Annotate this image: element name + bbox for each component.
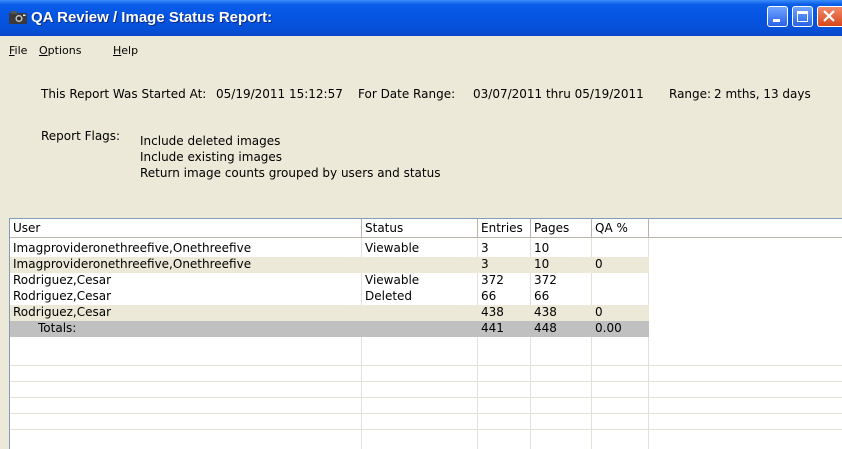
report-flags-label: Report Flags: [41, 129, 121, 143]
cell-status: Deleted [365, 289, 413, 303]
cell-entries: 66 [481, 289, 497, 303]
subtotal-row[interactable]: Rodriguez,Cesar 438 438 0 [10, 305, 649, 321]
range-span-value: 2 mths, 13 days [714, 87, 811, 101]
report-grid[interactable]: User Status Entries Pages QA % Imagprovi… [9, 218, 842, 449]
row-divider [10, 397, 842, 398]
minimize-button[interactable] [767, 6, 788, 27]
cell-entries: 441 [481, 321, 504, 335]
cell-user: Rodriguez,Cesar [13, 289, 112, 303]
report-window: QA Review / Image Status Report: File Op… [0, 0, 842, 449]
table-row[interactable]: Rodriguez,Cesar Deleted 66 66 [10, 289, 842, 305]
cell-status: Viewable [365, 241, 420, 255]
column-header-entries[interactable]: Entries [478, 219, 531, 237]
started-label: This Report Was Started At: [41, 87, 207, 101]
cell-status: Viewable [365, 273, 420, 287]
cell-pages: 372 [534, 273, 557, 287]
cell-pages: 10 [534, 257, 550, 271]
row-divider [10, 381, 842, 382]
cell-pages: 448 [534, 321, 557, 335]
cell-status [362, 321, 478, 337]
cell-user: Rodriguez,Cesar [13, 273, 112, 287]
menu-bar: File Options Help [0, 36, 842, 62]
row-divider [10, 365, 842, 366]
maximize-icon [797, 11, 808, 22]
grid-header: User Status Entries Pages QA % [10, 219, 842, 238]
cell-entries: 438 [481, 305, 504, 319]
cell-qa [592, 273, 649, 289]
column-header-pages[interactable]: Pages [531, 219, 592, 237]
camera-icon [9, 11, 27, 24]
cell-entries: 3 [481, 241, 489, 255]
title-bar[interactable]: QA Review / Image Status Report: [0, 0, 842, 36]
totals-row[interactable]: Totals: 441 448 0.00 [10, 321, 649, 337]
column-header-qa-percent[interactable]: QA % [592, 219, 649, 237]
date-range-label: For Date Range: [358, 87, 456, 101]
cell-user: Imagprovideronethreefive,Onethreefive [13, 241, 252, 255]
maximize-button[interactable] [792, 6, 813, 27]
menu-options[interactable]: Options [39, 44, 81, 57]
report-flag: Return image counts grouped by users and… [140, 166, 441, 180]
cell-user: Rodriguez,Cesar [13, 305, 112, 319]
table-row[interactable]: Rodriguez,Cesar Viewable 372 372 [10, 273, 842, 289]
date-range-value: 03/07/2011 thru 05/19/2011 [473, 87, 644, 101]
cell-user: Totals: [38, 321, 77, 335]
cell-status [362, 305, 478, 321]
window-title: QA Review / Image Status Report: [31, 9, 273, 26]
subtotal-row[interactable]: Imagprovideronethreefive,Onethreefive 3 … [10, 257, 649, 273]
report-header: This Report Was Started At: 05/19/2011 1… [6, 62, 842, 212]
report-flag: Include deleted images [140, 134, 281, 148]
row-divider [10, 429, 842, 430]
cell-entries: 372 [481, 273, 504, 287]
cell-qa: 0 [595, 257, 603, 271]
cell-qa [592, 241, 649, 257]
cell-pages: 66 [534, 289, 550, 303]
row-divider [10, 413, 842, 414]
cell-pages: 10 [534, 241, 550, 255]
report-flag: Include existing images [140, 150, 283, 164]
range-span-label: Range: [669, 87, 712, 101]
cell-entries: 3 [481, 257, 489, 271]
cell-pages: 438 [534, 305, 557, 319]
cell-qa [592, 289, 649, 305]
close-button[interactable] [817, 6, 842, 27]
column-header-user[interactable]: User [10, 219, 362, 237]
table-row[interactable]: Imagprovideronethreefive,Onethreefive Vi… [10, 241, 842, 257]
menu-help[interactable]: Help [113, 44, 138, 57]
minimize-icon [773, 19, 780, 22]
cell-qa: 0 [595, 305, 603, 319]
column-header-status[interactable]: Status [362, 219, 478, 237]
cell-qa: 0.00 [595, 321, 622, 335]
started-value: 05/19/2011 15:12:57 [216, 87, 343, 101]
menu-file[interactable]: File [9, 44, 27, 57]
cell-user: Imagprovideronethreefive,Onethreefive [13, 257, 252, 271]
cell-status [362, 257, 478, 273]
close-icon [823, 10, 835, 22]
